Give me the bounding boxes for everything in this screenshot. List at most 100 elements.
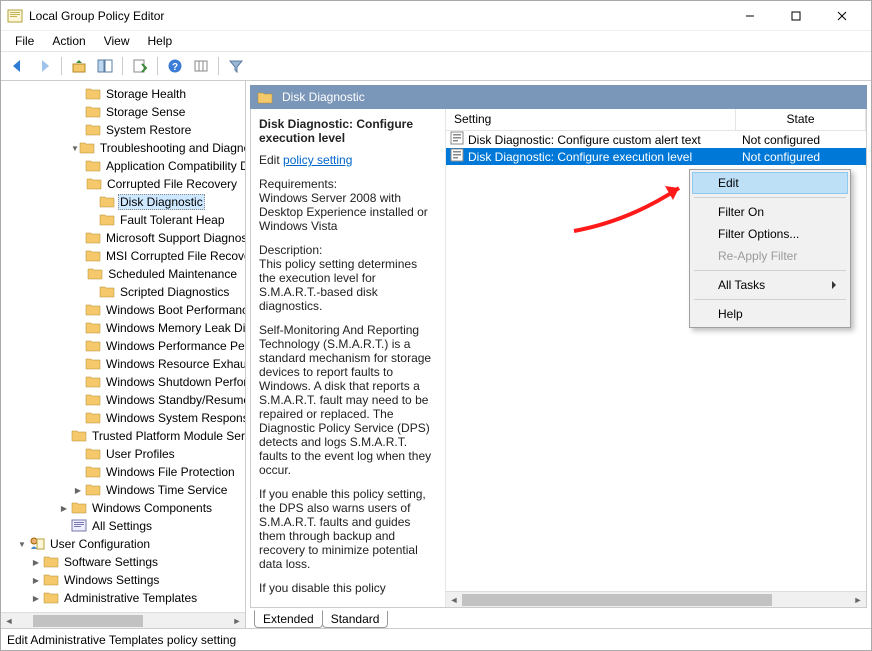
- folder-icon: [85, 302, 104, 319]
- tree-label: Windows Memory Leak Diagnosis: [104, 321, 245, 335]
- context-menu-item[interactable]: Edit: [692, 172, 848, 194]
- tree-label: Disk Diagnostic: [118, 194, 205, 210]
- tree-item[interactable]: ▶ Windows Components: [1, 499, 245, 517]
- close-button[interactable]: [819, 2, 865, 30]
- tree-item[interactable]: ▶Windows Settings: [1, 571, 245, 589]
- tree-item[interactable]: MSI Corrupted File Recovery: [1, 247, 245, 265]
- tree-item[interactable]: Windows Memory Leak Diagnosis: [1, 319, 245, 337]
- context-menu-item: Re-Apply Filter: [692, 245, 848, 267]
- folder-icon: [87, 266, 106, 283]
- folder-icon: [85, 122, 104, 139]
- folder-icon: [85, 482, 104, 499]
- tree-item[interactable]: ▶Software Settings: [1, 553, 245, 571]
- tree-label: Storage Health: [104, 87, 188, 101]
- expand-icon[interactable]: ▶: [29, 593, 43, 604]
- tree-item[interactable]: Trusted Platform Module Services: [1, 427, 245, 445]
- description-label: Description:: [259, 243, 322, 257]
- back-button[interactable]: [7, 55, 29, 77]
- up-button[interactable]: [68, 55, 90, 77]
- description-column: Disk Diagnostic: Configure execution lev…: [251, 109, 446, 607]
- menu-separator: [694, 299, 846, 300]
- list-hscrollbar[interactable]: ◄ ►: [446, 591, 866, 607]
- tree-item[interactable]: Disk Diagnostic: [1, 193, 245, 211]
- edit-policy-link[interactable]: policy setting: [283, 153, 352, 167]
- expand-icon[interactable]: ▶: [57, 503, 71, 514]
- tree-label: Administrative Templates: [62, 591, 199, 605]
- folder-icon: [29, 536, 48, 553]
- expand-icon[interactable]: ▶: [29, 575, 43, 586]
- window-title: Local Group Policy Editor: [29, 9, 727, 23]
- tree-item[interactable]: Windows Standby/Resume Performance Diagn…: [1, 391, 245, 409]
- tree-item[interactable]: ▼User Configuration: [1, 535, 245, 553]
- tree-item[interactable]: Windows Resource Exhaustion Detection: [1, 355, 245, 373]
- policy-tree[interactable]: Storage Health Storage Sense System Restor…: [1, 81, 245, 611]
- tree-item[interactable]: Windows Shutdown Performance Diagnostics: [1, 373, 245, 391]
- context-menu-item[interactable]: Filter On: [692, 201, 848, 223]
- context-menu-item[interactable]: Help: [692, 303, 848, 325]
- tree-item[interactable]: Corrupted File Recovery: [1, 175, 245, 193]
- menu-file[interactable]: File: [7, 33, 42, 49]
- menubar: File Action View Help: [1, 31, 871, 51]
- list-row[interactable]: Disk Diagnostic: Configure execution lev…: [446, 148, 866, 165]
- help-button[interactable]: ?: [164, 55, 186, 77]
- maximize-button[interactable]: [773, 2, 819, 30]
- tree-item[interactable]: Scheduled Maintenance: [1, 265, 245, 283]
- tree-label: Windows File Protection: [104, 465, 237, 479]
- tree-item[interactable]: Windows Performance PerfTrack: [1, 337, 245, 355]
- folder-icon: [85, 104, 104, 121]
- selected-policy-title: Disk Diagnostic: Configure execution lev…: [259, 117, 437, 145]
- list-headers[interactable]: Setting State: [446, 109, 866, 131]
- tree-item[interactable]: All Settings: [1, 517, 245, 535]
- tree-item[interactable]: Fault Tolerant Heap: [1, 211, 245, 229]
- filter-button[interactable]: [225, 55, 247, 77]
- expand-icon[interactable]: ▼: [15, 539, 29, 550]
- list-row[interactable]: Disk Diagnostic: Configure custom alert …: [446, 131, 866, 148]
- expand-icon[interactable]: ▶: [29, 557, 43, 568]
- minimize-button[interactable]: [727, 2, 773, 30]
- tree-label: Windows Time Service: [104, 483, 229, 497]
- toolbar: ?: [1, 51, 871, 81]
- menu-view[interactable]: View: [96, 33, 138, 49]
- description-p2: Self-Monitoring And Reporting Technology…: [259, 323, 437, 477]
- tree-hscrollbar[interactable]: ◄ ►: [1, 612, 245, 628]
- tree-item[interactable]: User Profiles: [1, 445, 245, 463]
- tree-label: Windows Components: [90, 501, 214, 515]
- content-header-label: Disk Diagnostic: [282, 90, 365, 104]
- tree-label: Storage Sense: [104, 105, 187, 119]
- export-button[interactable]: [129, 55, 151, 77]
- tree-label: All Settings: [90, 519, 154, 533]
- col-state[interactable]: State: [736, 109, 866, 130]
- tree-item[interactable]: Windows System Responsiveness: [1, 409, 245, 427]
- expand-icon[interactable]: ▼: [71, 143, 79, 154]
- forward-button[interactable]: [33, 55, 55, 77]
- tree-item[interactable]: ▼Troubleshooting and Diagnostics: [1, 139, 245, 157]
- tree-label: MSI Corrupted File Recovery: [104, 249, 245, 263]
- tree-item[interactable]: Microsoft Support Diagnostic Tool: [1, 229, 245, 247]
- row-state: Not configured: [736, 150, 820, 164]
- tree-item[interactable]: Windows File Protection: [1, 463, 245, 481]
- tree-item[interactable]: Storage Sense: [1, 103, 245, 121]
- expand-icon[interactable]: ▶: [71, 485, 85, 496]
- context-menu-item[interactable]: All Tasks: [692, 274, 848, 296]
- tree-item[interactable]: Storage Health: [1, 85, 245, 103]
- col-setting[interactable]: Setting: [446, 109, 736, 130]
- status-text: Edit Administrative Templates policy set…: [7, 633, 236, 647]
- tree-label: System Restore: [104, 123, 193, 137]
- show-hide-button[interactable]: [94, 55, 116, 77]
- tree-item[interactable]: ▶ Windows Time Service: [1, 481, 245, 499]
- columns-button[interactable]: [190, 55, 212, 77]
- context-menu-item[interactable]: Filter Options...: [692, 223, 848, 245]
- tree-item[interactable]: System Restore: [1, 121, 245, 139]
- tree-item[interactable]: Application Compatibility Diagnostics: [1, 157, 245, 175]
- tree-item[interactable]: Windows Boot Performance Diagnostics: [1, 301, 245, 319]
- tree-item[interactable]: ▶ Administrative Templates: [1, 589, 245, 607]
- tree-item[interactable]: Scripted Diagnostics: [1, 283, 245, 301]
- tree-label: User Profiles: [104, 447, 177, 461]
- menu-help[interactable]: Help: [140, 33, 181, 49]
- tab-extended[interactable]: Extended: [254, 610, 323, 628]
- row-name: Disk Diagnostic: Configure custom alert …: [468, 133, 701, 147]
- menu-action[interactable]: Action: [44, 33, 93, 49]
- tab-standard[interactable]: Standard: [322, 611, 389, 628]
- edit-prefix: Edit: [259, 153, 283, 167]
- tree-label: Application Compatibility Diagnostics: [104, 159, 245, 173]
